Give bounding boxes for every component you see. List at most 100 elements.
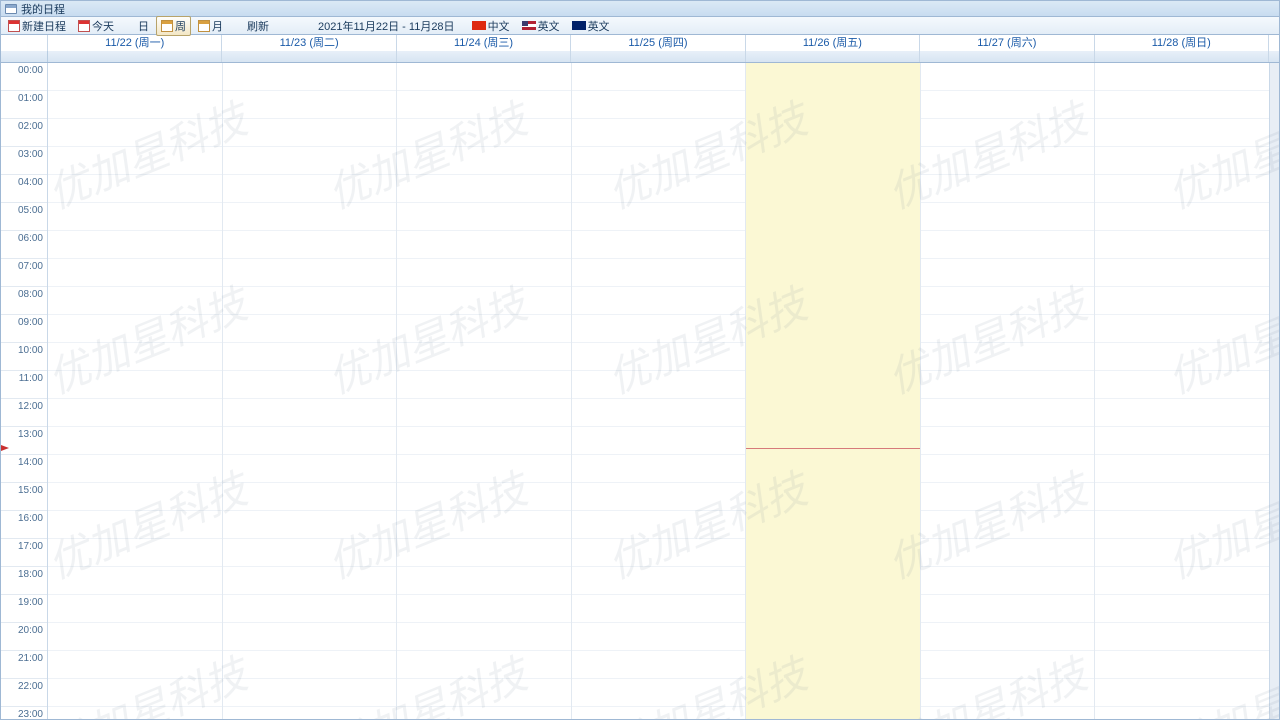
today-label: 今天: [92, 18, 114, 34]
lang-en-label: 英文: [538, 18, 560, 34]
hour-row: 08:00: [1, 287, 47, 315]
calendar-icon: [5, 4, 17, 14]
allday-cell[interactable]: [746, 51, 920, 62]
window-titlebar: 我的日程: [0, 0, 1280, 17]
day-column[interactable]: [572, 63, 747, 719]
hour-label: 09:00: [18, 317, 43, 328]
hour-row: 19:00: [1, 595, 47, 623]
day-header[interactable]: 11/28 (周日): [1095, 35, 1269, 51]
day-column[interactable]: [1095, 63, 1269, 719]
day-header[interactable]: 11/22 (周一): [48, 35, 222, 51]
new-event-button[interactable]: 新建日程: [3, 16, 71, 36]
hour-row: 10:00: [1, 343, 47, 371]
day-header[interactable]: 11/26 (周五): [746, 35, 920, 51]
day-column[interactable]: [223, 63, 398, 719]
day-header[interactable]: 11/27 (周六): [920, 35, 1094, 51]
now-line: [746, 448, 920, 449]
today-icon: [78, 20, 90, 32]
hour-row: 15:00: [1, 483, 47, 511]
view-day-button[interactable]: 日: [133, 16, 154, 36]
hour-label: 01:00: [18, 93, 43, 104]
hour-label: 05:00: [18, 205, 43, 216]
hour-label: 15:00: [18, 485, 43, 496]
view-month-button[interactable]: 月: [193, 16, 228, 36]
time-gutter: 00:00 01:00 02:00 03:00 04:00 05:00 06:00 07:00…: [1, 63, 48, 719]
window-title: 我的日程: [21, 1, 65, 17]
day-header[interactable]: 11/23 (周二): [222, 35, 396, 51]
hour-label: 16:00: [18, 513, 43, 524]
hour-label: 03:00: [18, 149, 43, 160]
hour-label: 17:00: [18, 541, 43, 552]
hour-row: 20:00: [1, 623, 47, 651]
allday-cell[interactable]: [571, 51, 745, 62]
hour-label: 14:00: [18, 457, 43, 468]
hour-row: 14:00: [1, 455, 47, 483]
hour-row: 13:00: [1, 427, 47, 455]
hour-row: 22:00: [1, 679, 47, 707]
hour-label: 10:00: [18, 345, 43, 356]
allday-cell[interactable]: [222, 51, 396, 62]
hour-label: 21:00: [18, 653, 43, 664]
hour-label: 07:00: [18, 261, 43, 272]
allday-cell[interactable]: [1095, 51, 1269, 62]
date-range: 2021年11月22日 - 11月28日: [318, 18, 455, 34]
allday-cell[interactable]: [397, 51, 571, 62]
flag-us-icon: [522, 21, 536, 30]
today-button[interactable]: 今天: [73, 16, 119, 36]
hour-row: 01:00: [1, 91, 47, 119]
allday-cell[interactable]: [48, 51, 222, 62]
day-column[interactable]: [48, 63, 223, 719]
refresh-label: 刷新: [247, 18, 269, 34]
new-event-label: 新建日程: [22, 18, 66, 34]
day-column[interactable]: [397, 63, 572, 719]
hour-label: 19:00: [18, 597, 43, 608]
hour-label: 18:00: [18, 569, 43, 580]
flag-au-icon: [572, 21, 586, 30]
hour-row: 00:00: [1, 63, 47, 91]
flag-cn-icon: [472, 21, 486, 30]
new-event-icon: [8, 20, 20, 32]
scrollbar[interactable]: [1269, 63, 1279, 719]
hour-label: 22:00: [18, 681, 43, 692]
hour-label: 04:00: [18, 177, 43, 188]
hour-label: 06:00: [18, 233, 43, 244]
hour-label: 23:00: [18, 709, 43, 720]
lang-en2-button[interactable]: 英文: [567, 16, 615, 36]
lang-cn-button[interactable]: 中文: [467, 16, 515, 36]
time-grid: 00:00 01:00 02:00 03:00 04:00 05:00 06:00 07:00…: [0, 63, 1280, 720]
hour-row: 05:00: [1, 203, 47, 231]
hour-row: 02:00: [1, 119, 47, 147]
day-column[interactable]: [921, 63, 1096, 719]
hour-row: 09:00: [1, 315, 47, 343]
lang-cn-label: 中文: [488, 18, 510, 34]
day-header[interactable]: 11/25 (周四): [571, 35, 745, 51]
allday-cell[interactable]: [920, 51, 1094, 62]
hour-row: 03:00: [1, 147, 47, 175]
hour-label: 20:00: [18, 625, 43, 636]
hour-row: 16:00: [1, 511, 47, 539]
hour-row: 11:00: [1, 371, 47, 399]
refresh-button[interactable]: 刷新: [242, 16, 274, 36]
view-week-button[interactable]: 周: [156, 16, 191, 36]
day-columns: [48, 63, 1269, 719]
hour-row: 04:00: [1, 175, 47, 203]
toolbar: 新建日程 今天 日 周 月 刷新 2021年11月22日 - 11月28日 中文…: [0, 17, 1280, 35]
hour-row: 18:00: [1, 567, 47, 595]
hour-row: 06:00: [1, 231, 47, 259]
hour-label: 02:00: [18, 121, 43, 132]
hour-row: 21:00: [1, 651, 47, 679]
day-header[interactable]: 11/24 (周三): [397, 35, 571, 51]
view-month-label: 月: [212, 18, 223, 34]
week-icon: [161, 20, 173, 32]
hour-label: 11:00: [19, 373, 43, 384]
day-header-row: 11/22 (周一) 11/23 (周二) 11/24 (周三) 11/25 (…: [0, 35, 1280, 51]
allday-scroll-pad: [1269, 51, 1279, 62]
hour-label: 12:00: [18, 401, 43, 412]
day-column[interactable]: [746, 63, 921, 719]
lang-en-button[interactable]: 英文: [517, 16, 565, 36]
allday-gutter: [1, 51, 48, 62]
hour-row: 23:00: [1, 707, 47, 720]
header-scroll-pad: [1269, 35, 1279, 51]
hour-label: 13:00: [18, 429, 43, 440]
hour-label: 00:00: [18, 65, 43, 76]
